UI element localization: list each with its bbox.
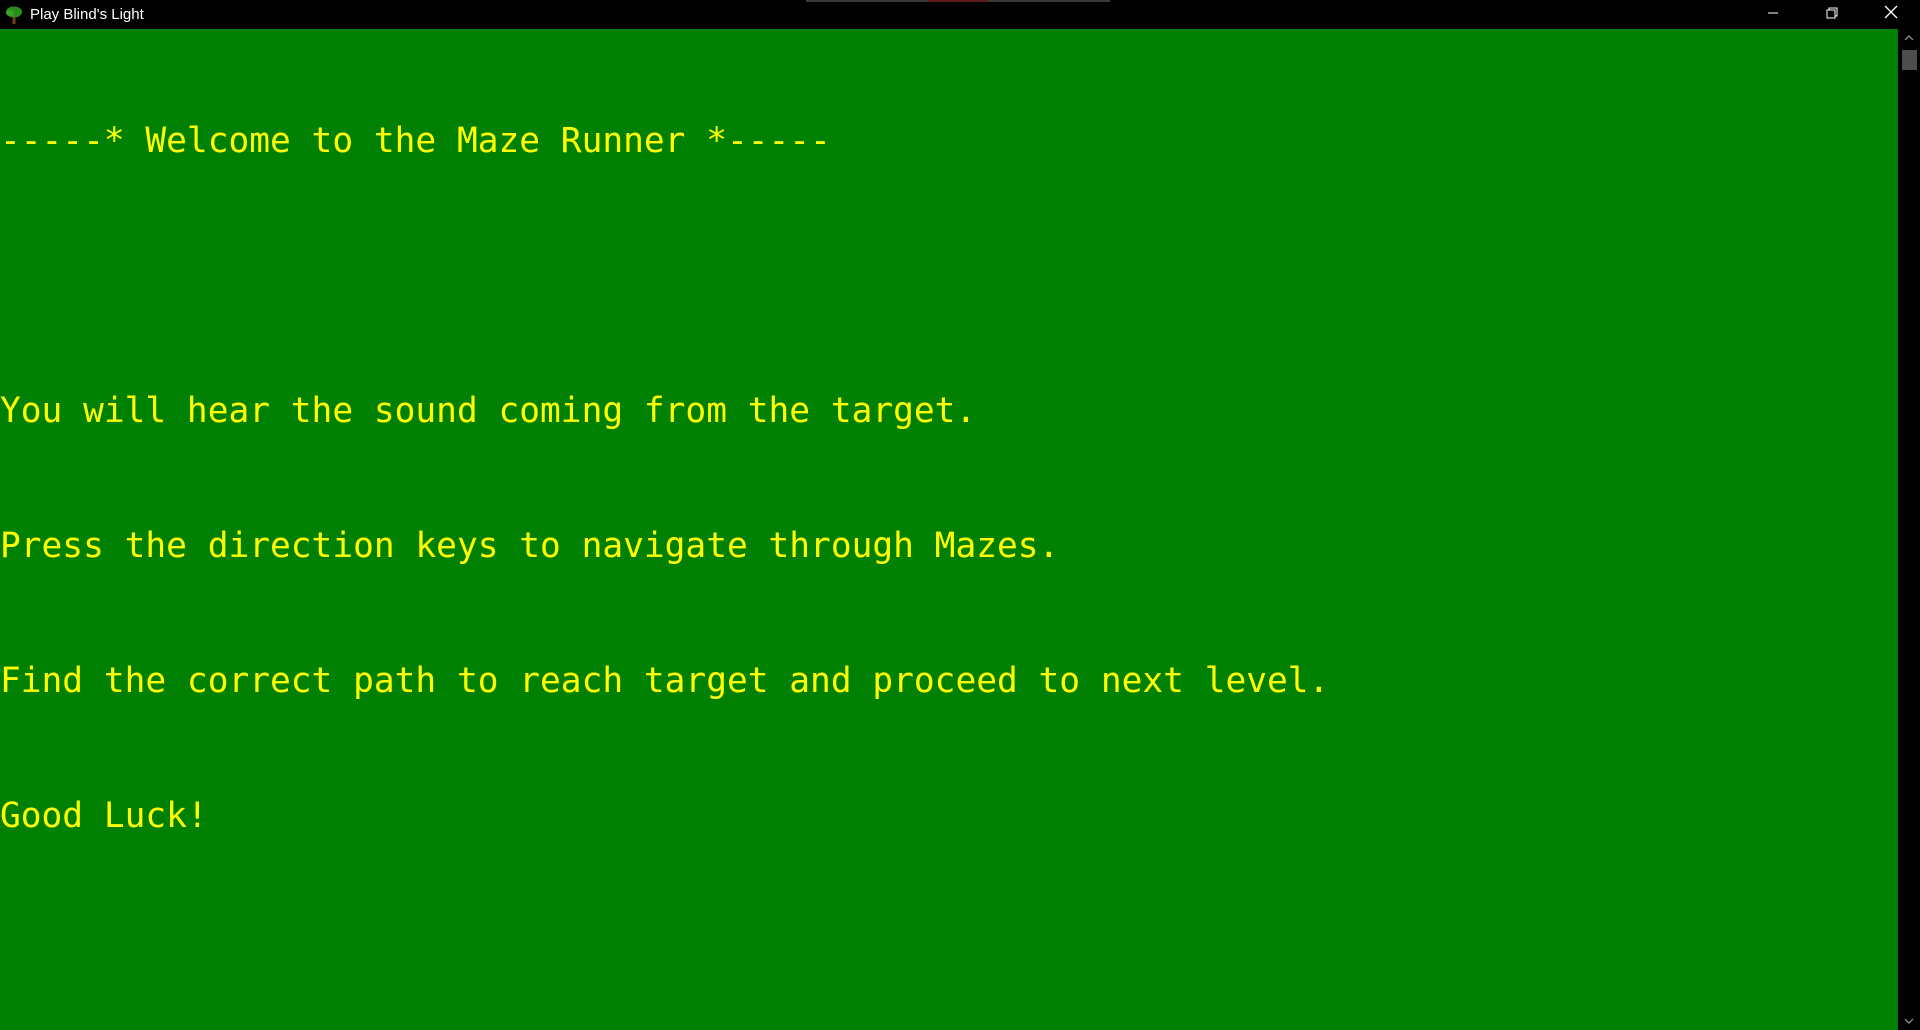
scroll-up-arrow-icon — [1904, 29, 1914, 47]
title-bar[interactable]: Play Blind's Light — [0, 0, 1920, 29]
minimize-button[interactable] — [1743, 0, 1802, 29]
console-line-good-luck: Good Luck! — [0, 796, 208, 836]
vertical-scrollbar[interactable] — [1898, 29, 1920, 1030]
console-line-sound: You will hear the sound coming from the … — [0, 391, 977, 431]
restore-icon — [1826, 6, 1838, 24]
window-controls — [1743, 0, 1920, 29]
console-line-find-path: Find the correct path to reach target an… — [0, 661, 1330, 701]
title-bar-accent-red — [928, 0, 988, 2]
console-output[interactable]: -----* Welcome to the Maze Runner *-----… — [0, 29, 1898, 1030]
scroll-down-button[interactable] — [1898, 1012, 1920, 1030]
window-title: Play Blind's Light — [30, 6, 144, 23]
close-icon — [1884, 5, 1898, 24]
console-window: Play Blind's Light -----* Welcome to the… — [0, 0, 1920, 1030]
restore-button[interactable] — [1802, 0, 1861, 29]
console-line-welcome: -----* Welcome to the Maze Runner *----- — [0, 121, 831, 161]
minimize-icon — [1767, 6, 1779, 24]
console-line-direction-keys: Press the direction keys to navigate thr… — [0, 526, 1060, 566]
tree-icon — [4, 5, 24, 25]
scroll-down-arrow-icon — [1904, 1012, 1914, 1030]
close-button[interactable] — [1861, 0, 1920, 29]
scroll-thumb[interactable] — [1902, 50, 1917, 70]
scroll-up-button[interactable] — [1898, 29, 1920, 47]
